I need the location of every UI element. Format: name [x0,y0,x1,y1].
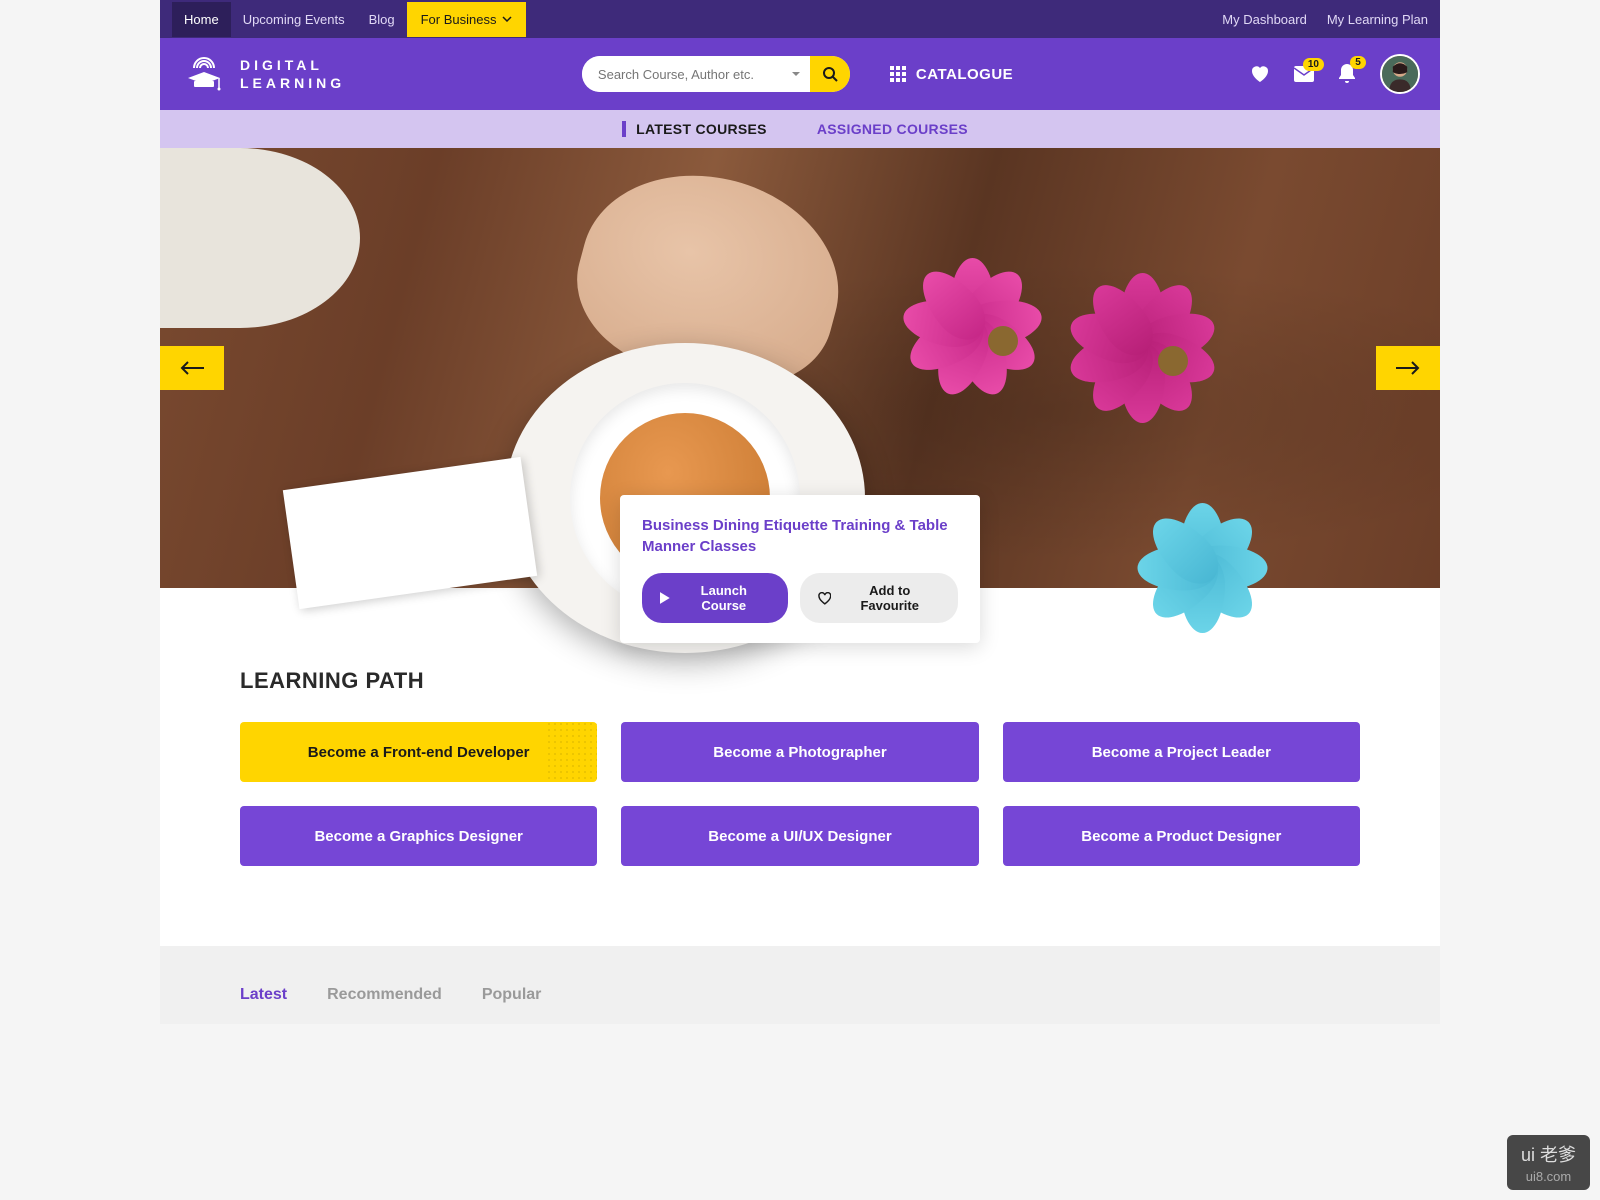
launch-course-label: Launch Course [678,583,770,613]
bottom-tab-recommended[interactable]: Recommended [327,986,442,1004]
grid-icon [890,66,906,82]
watermark-url: ui8.com [1526,1169,1572,1184]
notifications-button[interactable]: 5 [1338,64,1356,84]
bottom-tabs: Latest Recommended Popular [240,986,1360,1004]
catalogue-label: CATALOGUE [916,66,1013,83]
hero-carousel: Business Dining Etiquette Training & Tab… [160,148,1440,588]
tab-assigned-courses[interactable]: ASSIGNED COURSES [807,121,978,137]
catalogue-link[interactable]: CATALOGUE [890,66,1013,83]
chevron-down-icon [502,16,512,22]
course-tabs: LATEST COURSES ASSIGNED COURSES [160,110,1440,148]
logo[interactable]: DIGITAL LEARNING [180,54,345,94]
watermark: ui 老爹 ui8.com [1507,1135,1590,1190]
add-favourite-label: Add to Favourite [839,583,940,613]
hero-card: Business Dining Etiquette Training & Tab… [620,495,980,643]
top-nav: Home Upcoming Events Blog For Business M… [160,0,1440,38]
search-input[interactable] [582,56,782,92]
path-card-uiux[interactable]: Become a UI/UX Designer [621,806,978,866]
topnav-events[interactable]: Upcoming Events [231,2,357,37]
search-dropdown[interactable] [782,56,810,92]
path-card-frontend[interactable]: Become a Front-end Developer [240,722,597,782]
logo-text: DIGITAL LEARNING [240,56,345,92]
heart-icon [1250,65,1270,83]
carousel-next-button[interactable] [1376,346,1440,390]
search-box [582,56,850,92]
path-card-product[interactable]: Become a Product Designer [1003,806,1360,866]
learning-path-title: LEARNING PATH [240,668,1360,694]
arrow-right-icon [1396,361,1420,375]
watermark-logo: ui 老爹 [1521,1141,1576,1167]
carousel-prev-button[interactable] [160,346,224,390]
topnav-learning-plan[interactable]: My Learning Plan [1327,12,1428,27]
launch-course-button[interactable]: Launch Course [642,573,788,623]
messages-button[interactable]: 10 [1294,66,1314,82]
bottom-section: Latest Recommended Popular [160,946,1440,1024]
main-header: DIGITAL LEARNING CATALOGUE [160,38,1440,110]
path-card-photographer[interactable]: Become a Photographer [621,722,978,782]
arrow-left-icon [180,361,204,375]
avatar[interactable] [1380,54,1420,94]
bottom-tab-popular[interactable]: Popular [482,986,542,1004]
topnav-dashboard[interactable]: My Dashboard [1222,12,1307,27]
add-favourite-button[interactable]: Add to Favourite [800,573,958,623]
bottom-tab-latest[interactable]: Latest [240,986,287,1004]
messages-badge: 10 [1303,58,1324,71]
learning-path-grid: Become a Front-end Developer Become a Ph… [240,722,1360,866]
topnav-home[interactable]: Home [172,2,231,37]
play-icon [660,592,670,604]
topnav-business[interactable]: For Business [407,2,527,37]
path-card-graphics[interactable]: Become a Graphics Designer [240,806,597,866]
path-card-project-leader[interactable]: Become a Project Leader [1003,722,1360,782]
notifications-badge: 5 [1350,56,1366,69]
topnav-business-label: For Business [421,12,497,27]
favourites-button[interactable] [1250,65,1270,83]
caret-down-icon [791,71,801,77]
avatar-image [1382,54,1418,94]
hero-course-title: Business Dining Etiquette Training & Tab… [642,515,958,557]
heart-outline-icon [818,592,832,605]
logo-icon [180,54,228,94]
search-button[interactable] [810,56,850,92]
tab-latest-courses[interactable]: LATEST COURSES [622,121,777,137]
search-icon [822,66,838,82]
topnav-blog[interactable]: Blog [357,2,407,37]
